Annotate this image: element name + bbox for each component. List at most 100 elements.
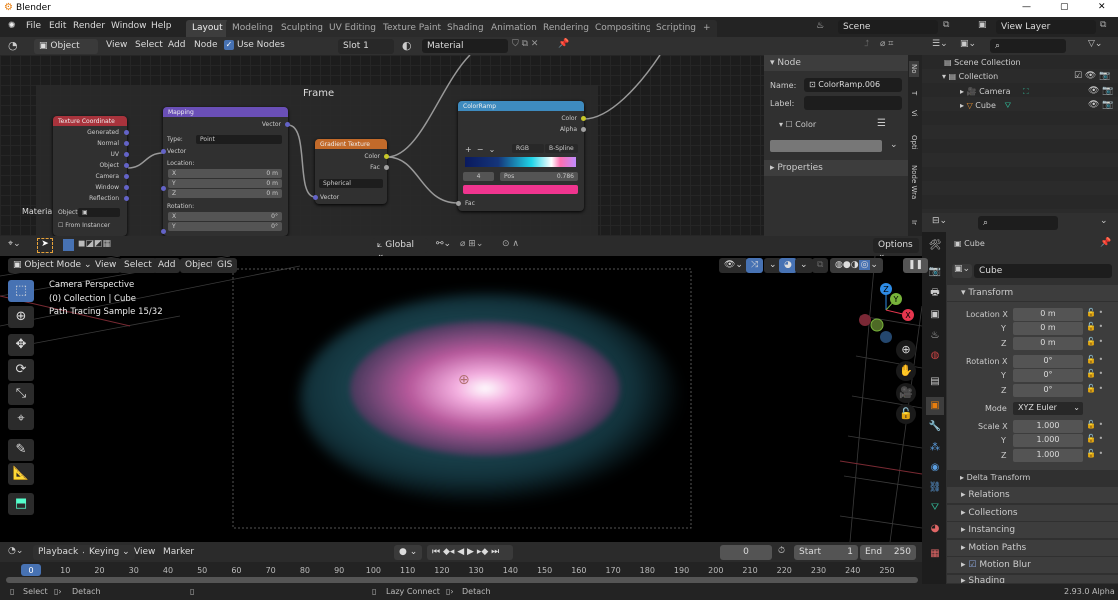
use-nodes-checkbox[interactable]: ✓ — [224, 40, 234, 50]
xray-icon[interactable]: ⧉ — [812, 258, 829, 273]
socket[interactable] — [161, 229, 166, 234]
color-dropdown-icon[interactable]: ⌄ — [890, 140, 898, 150]
texture-tab-icon[interactable]: ▦ — [926, 545, 944, 563]
scale-tool[interactable]: ⤡ — [8, 383, 34, 405]
rotation-y-field[interactable]: Y 0° — [168, 222, 282, 231]
mode-dropdown[interactable]: ▣ Object Mode ⌄ — [8, 258, 98, 273]
from-instancer-checkbox[interactable]: ☐ From Instancer — [58, 222, 110, 229]
menu-node[interactable]: Node — [194, 40, 218, 50]
constraints-tab-icon[interactable]: ⛓ — [926, 479, 944, 497]
collection-tab-icon[interactable]: ▤ — [926, 373, 944, 391]
motion-blur-panel-header[interactable]: ▸ ☑ Motion Blur — [947, 557, 1118, 574]
delta-transform-subpanel[interactable]: ▸ Delta Transform — [960, 473, 1030, 482]
material-browse-icon[interactable]: ◐ — [402, 39, 412, 52]
scene-field[interactable]: Scene — [838, 20, 938, 34]
menu-add[interactable]: Add — [168, 40, 185, 50]
color-mode-dropdown[interactable]: RGB — [512, 144, 544, 153]
menu-file[interactable]: File — [26, 21, 41, 31]
timeline-scrollbar[interactable] — [6, 577, 918, 583]
cursor-tool[interactable]: ⊕ — [8, 306, 34, 328]
timeline-menu-view[interactable]: View — [134, 547, 155, 557]
collections-panel-header[interactable]: ▸ Collections — [947, 505, 1118, 522]
scale-z-field[interactable]: 1.000 — [1013, 449, 1083, 462]
world-tab-icon[interactable]: ◍ — [926, 347, 944, 365]
gradient-type-dropdown[interactable]: Spherical — [319, 179, 383, 188]
socket[interactable] — [581, 127, 586, 132]
node-colorramp[interactable]: ColorRamp Color Alpha + − ⌄ RGB B-Spline… — [456, 101, 586, 211]
tab-shading[interactable]: Shading — [441, 20, 490, 37]
color-presets-icon[interactable]: ☰ — [877, 118, 886, 129]
current-frame-field[interactable]: 0 — [720, 545, 772, 560]
stop-index-field[interactable]: 4 — [463, 172, 494, 181]
scene-tab-icon[interactable]: ♨ — [926, 327, 944, 345]
sidebar-tab-view[interactable]: Vi — [910, 110, 918, 117]
tab-compositing[interactable]: Compositing — [589, 20, 658, 37]
pivot-icon[interactable]: ⚯⌄ — [436, 239, 451, 249]
sidebar-tab-options[interactable]: Opti — [910, 135, 918, 150]
pin-icon[interactable]: 📌 — [558, 39, 569, 49]
stop-color-swatch[interactable] — [463, 185, 578, 194]
transform-panel-header[interactable]: ▾ Transform — [947, 285, 1118, 302]
cube-visibility-icons[interactable]: 👁 📷 — [1088, 100, 1114, 110]
menu-help[interactable]: Help — [151, 21, 172, 31]
tool-tab-icon[interactable]: 🛠 — [926, 237, 944, 255]
node-gradient-texture[interactable]: Gradient Texture Color Fac Spherical Vec… — [313, 139, 389, 204]
stopwatch-icon[interactable]: ⏱ — [778, 546, 785, 556]
slot-dropdown[interactable]: Slot 1 — [338, 39, 394, 54]
relations-panel-header[interactable]: ▸ Relations — [947, 487, 1118, 504]
particles-tab-icon[interactable]: ⁂ — [926, 439, 944, 457]
minimize-button[interactable]: — — [1022, 2, 1031, 12]
rotation-z-field[interactable]: 0° — [1013, 384, 1083, 397]
blender-menu-icon[interactable]: ✺ — [8, 21, 16, 31]
node-mapping[interactable]: Mapping Vector Type: Point Vector Locati… — [161, 107, 290, 236]
outliner-search[interactable]: ⌕ — [990, 39, 1066, 53]
menu-edit[interactable]: Edit — [49, 21, 66, 31]
socket[interactable] — [124, 174, 129, 179]
viewport-menu-add[interactable]: Add — [153, 258, 181, 273]
node-editor[interactable]: Frame Material Texture Coordinate Genera… — [0, 55, 764, 236]
visibility-icon[interactable]: 👁⌄ — [719, 258, 748, 273]
properties-panel-header[interactable]: ▸ Properties — [764, 160, 908, 176]
outliner-item-scene-collection[interactable]: ▤ Scene Collection — [944, 58, 1021, 67]
scene-icon[interactable]: ♨ — [816, 21, 824, 31]
zoom-icon[interactable]: ⊕ — [896, 340, 916, 360]
socket[interactable] — [313, 195, 318, 200]
view-layer-field[interactable]: View Layer — [996, 20, 1096, 34]
socket[interactable] — [456, 201, 461, 206]
pin-icon[interactable]: 📌 — [1100, 238, 1111, 248]
render-tab-icon[interactable]: 📷 — [926, 263, 944, 281]
sidebar-tab-ir[interactable]: Ir — [910, 220, 918, 225]
select-box-tool-icon[interactable]: ➤ — [37, 238, 53, 253]
motion-paths-panel-header[interactable]: ▸ Motion Paths — [947, 540, 1118, 557]
viewport-menu-view[interactable]: View — [90, 258, 122, 273]
lock-icon[interactable]: 🔓 • — [1086, 355, 1103, 364]
select-new-mode-icon[interactable] — [63, 239, 74, 251]
rotate-tool[interactable]: ⟳ — [8, 359, 34, 381]
tab-animation[interactable]: Animation — [485, 20, 543, 37]
shading-modes-icon[interactable]: ◍●◑ ◎ ⌄ — [830, 258, 883, 273]
3d-viewport[interactable]: ⊕ Camera Perspective (0) Collection | Cu… — [0, 256, 922, 542]
editor-type-icon[interactable]: ⌖⌄ — [8, 239, 21, 249]
proportional-edit-icon[interactable]: ⊙ ∧ — [502, 239, 519, 249]
tab-sculpting[interactable]: Sculpting — [275, 20, 330, 37]
new-scene-icon[interactable]: ⧉ — [943, 20, 949, 30]
properties-search[interactable]: ⌕ — [978, 216, 1058, 230]
overlays-dropdown-icon[interactable]: ⌄ — [795, 258, 813, 273]
color-ramp-gradient[interactable] — [465, 157, 576, 167]
object-type-dropdown[interactable]: ▣ Object — [34, 39, 98, 54]
collection-visibility-icons[interactable]: ☑ 👁 📷 — [1074, 71, 1110, 81]
add-workspace-button[interactable]: + — [697, 20, 717, 37]
playback-controls[interactable]: ⏮ ◆◂ ◀ ▶ ▸◆ ⏭ — [427, 545, 513, 560]
filter-icon[interactable]: ▽⌄ — [1088, 39, 1102, 49]
motion-blur-checkbox[interactable]: ☑ — [968, 560, 976, 570]
location-y-field[interactable]: 0 m — [1013, 322, 1083, 335]
scale-x-field[interactable]: 1.000 — [1013, 420, 1083, 433]
measure-tool[interactable]: 📐 — [8, 463, 34, 485]
sidebar-tab-tool[interactable]: T — [910, 91, 918, 95]
fake-user-icon[interactable]: ⛉ ⧉ ✕ — [512, 39, 538, 49]
view-layer-icon[interactable]: ▣ — [978, 20, 987, 30]
outliner-item-camera[interactable]: ▸ 🎥 Camera ⛶ — [960, 87, 1029, 97]
material-field[interactable]: Material — [422, 39, 508, 53]
gizmo-toggle-icon[interactable]: ⤨ — [746, 258, 764, 273]
sidebar-tab-node[interactable]: No — [909, 61, 919, 77]
